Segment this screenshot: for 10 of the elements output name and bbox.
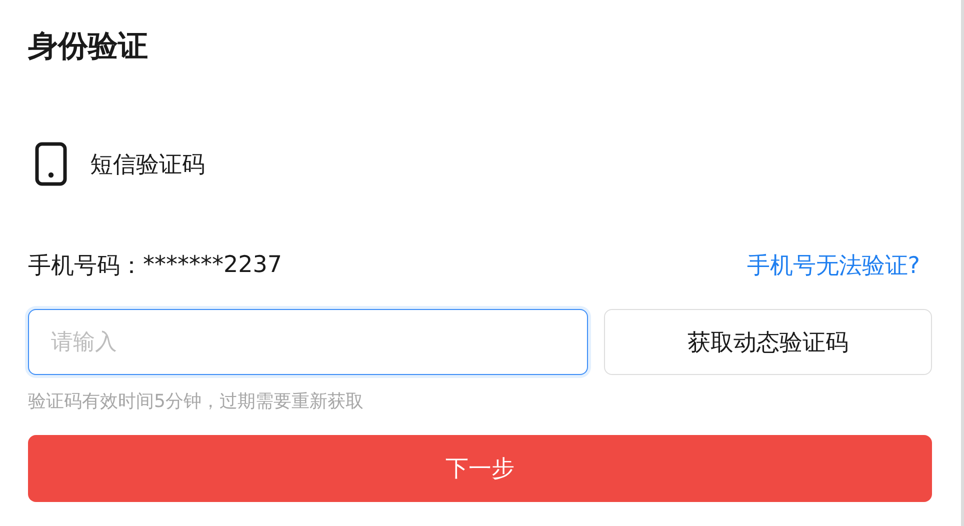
help-link[interactable]: 手机号无法验证? — [746, 250, 920, 280]
code-input-field[interactable]: 请输入 — [28, 309, 588, 375]
next-button[interactable]: 下一步 — [28, 435, 932, 502]
hint-text: 验证码有效时间5分钟，过期需要重新获取 — [28, 390, 364, 413]
phone-label: 手机号码： — [28, 252, 143, 280]
phone-number: *******2237 — [143, 252, 282, 278]
method-label: 短信验证码 — [90, 150, 205, 180]
get-code-button[interactable]: 获取动态验证码 — [604, 309, 932, 375]
mobile-phone-icon — [34, 141, 68, 187]
page-title: 身份验证 — [28, 28, 149, 66]
